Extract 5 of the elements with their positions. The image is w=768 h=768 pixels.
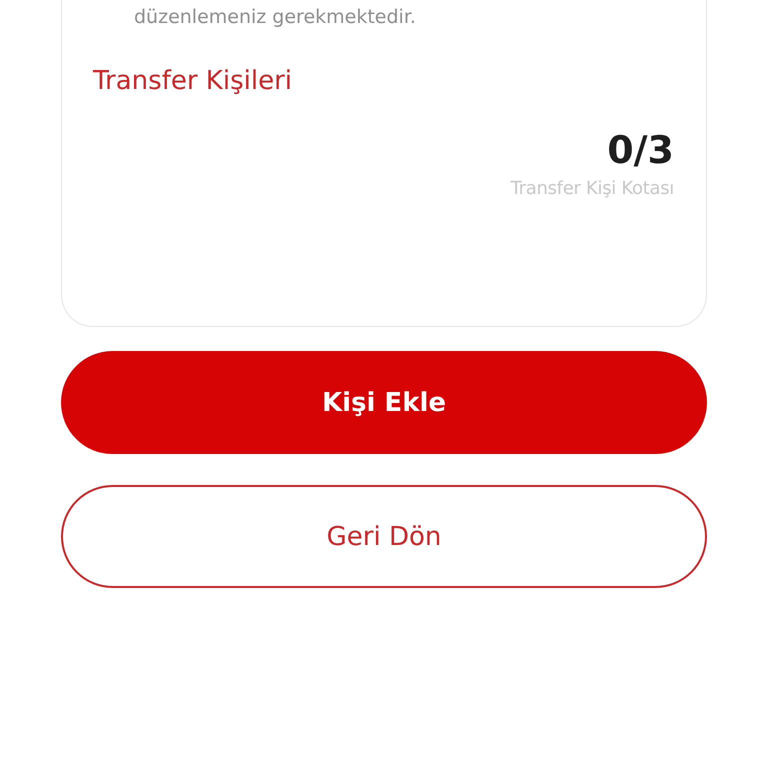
section-title: Transfer Kişileri [93,65,293,98]
add-person-button[interactable]: Kişi Ekle [61,351,707,454]
quota-value: 0/3 [607,128,674,172]
notice-text: düzenlemeniz gerekmektedir. [133,5,417,30]
back-button[interactable]: Geri Dön [61,485,707,588]
